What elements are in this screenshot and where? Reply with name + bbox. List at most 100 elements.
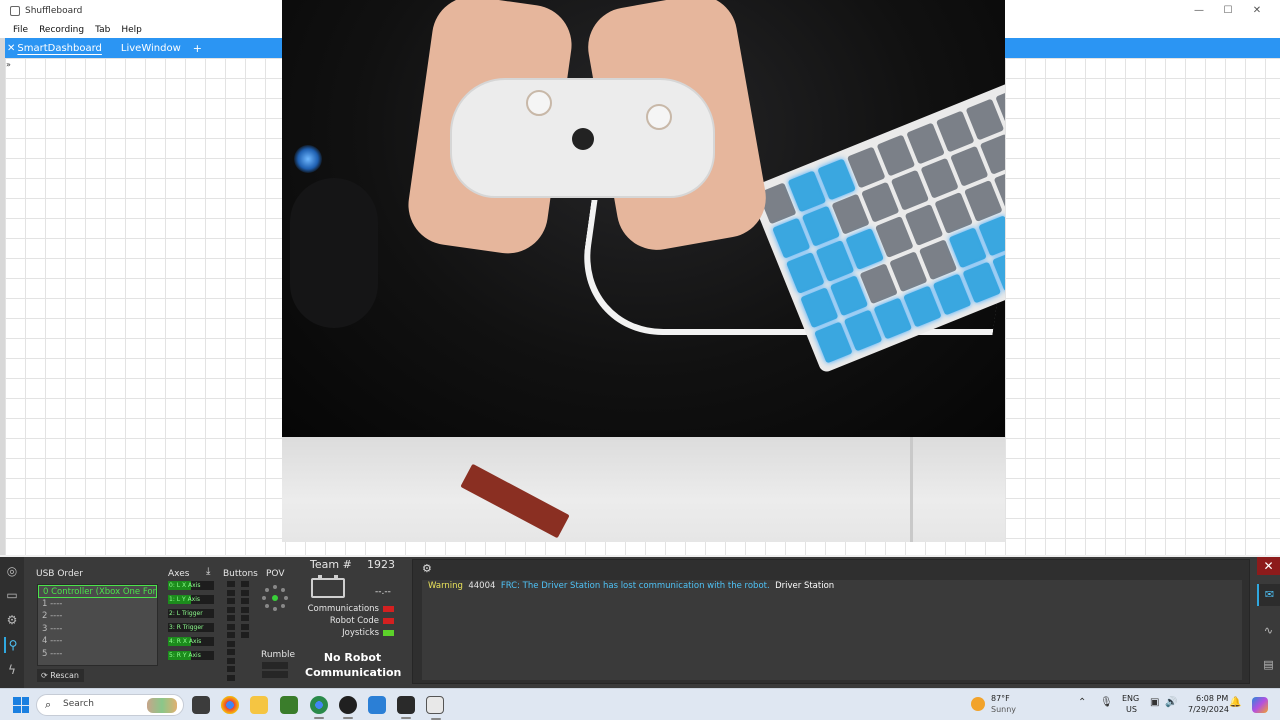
volume-icon[interactable]: 🔊 bbox=[1165, 697, 1177, 708]
message-text: FRC: The Driver Station has lost communi… bbox=[500, 581, 770, 591]
messages-view-icon[interactable]: ✉ bbox=[1257, 584, 1280, 606]
network-icon[interactable]: ▣ bbox=[1150, 697, 1159, 708]
battery-icon bbox=[311, 575, 345, 598]
download-icon[interactable]: ⤓ bbox=[206, 566, 210, 577]
minecraft-icon[interactable] bbox=[280, 696, 298, 714]
window-title: Shuffleboard bbox=[25, 5, 83, 16]
task-view-icon[interactable] bbox=[192, 696, 210, 714]
message-row: Warning 44004 FRC: The Driver Station ha… bbox=[428, 581, 834, 591]
setup-gear-icon[interactable]: ⚙ bbox=[4, 612, 20, 628]
button-indicator bbox=[241, 589, 249, 596]
usb-device-item[interactable]: 4 ---- bbox=[38, 635, 157, 648]
xbox-button bbox=[572, 128, 594, 150]
message-settings-gear-icon[interactable]: ⚙ bbox=[422, 562, 432, 575]
message-list[interactable]: Warning 44004 FRC: The Driver Station ha… bbox=[422, 580, 1242, 680]
weather-temp[interactable]: 87°F bbox=[991, 694, 1010, 703]
file-explorer-icon[interactable] bbox=[250, 696, 268, 714]
floor bbox=[282, 437, 1005, 542]
usb-device-list: 0 Controller (Xbox One For 1 ---- 2 ----… bbox=[37, 584, 158, 666]
usb-device-item[interactable]: 0 Controller (Xbox One For bbox=[38, 585, 157, 598]
clock-time[interactable]: 6:08 PM bbox=[1196, 694, 1228, 703]
obs-icon[interactable] bbox=[339, 696, 357, 719]
shuffleboard-app-icon bbox=[10, 5, 20, 16]
taskbar-search[interactable]: ⌕ Search bbox=[36, 694, 184, 716]
close-tab-icon[interactable]: ✕ bbox=[7, 43, 15, 54]
maximize-button[interactable]: ☐ bbox=[1214, 0, 1242, 21]
communications-indicator bbox=[383, 606, 394, 612]
button-indicator bbox=[241, 581, 249, 587]
button-indicator bbox=[241, 598, 249, 604]
both-view-icon[interactable]: ▤ bbox=[1257, 654, 1280, 676]
axis-bar: 1: L Y Axis bbox=[168, 595, 214, 604]
search-highlight-icon bbox=[147, 698, 177, 713]
rumble-right-bar[interactable] bbox=[262, 671, 288, 678]
power-tab-icon[interactable]: ϟ bbox=[4, 662, 20, 678]
button-indicator bbox=[227, 623, 235, 630]
search-placeholder: Search bbox=[63, 699, 94, 709]
message-code: 44004 bbox=[468, 581, 496, 591]
driver-station: ◎ ▭ ⚙ ⚲ ϟ USB Order 0 Controller (Xbox O… bbox=[0, 557, 1280, 688]
button-indicator bbox=[241, 606, 249, 613]
message-source: Driver Station bbox=[775, 581, 835, 591]
rescan-button[interactable]: ⟳ Rescan bbox=[37, 669, 84, 682]
weather-condition[interactable]: Sunny bbox=[991, 705, 1016, 714]
button-indicator bbox=[227, 581, 235, 587]
tab-livewindow[interactable]: LiveWindow bbox=[121, 43, 181, 54]
usb-device-item[interactable]: 3 ---- bbox=[38, 623, 157, 636]
mouse-glow bbox=[294, 145, 322, 173]
menu-file[interactable]: File bbox=[13, 25, 28, 35]
copilot-icon[interactable] bbox=[1252, 697, 1268, 713]
usb-device-item[interactable]: 2 ---- bbox=[38, 610, 157, 623]
joysticks-label: Joysticks bbox=[342, 628, 379, 638]
vscode-icon[interactable] bbox=[368, 696, 386, 714]
buttons-label: Buttons bbox=[223, 569, 258, 579]
language[interactable]: ENG bbox=[1122, 694, 1139, 703]
usb-devices-tab-icon[interactable]: ⚲ bbox=[4, 637, 20, 653]
robot-status-text: No Robot Communication bbox=[305, 651, 402, 679]
ds-close-button[interactable]: ✕ bbox=[1257, 557, 1280, 575]
microphone-icon[interactable]: 🎙 bbox=[1100, 697, 1113, 708]
weather-sun-icon[interactable] bbox=[971, 697, 985, 711]
charts-view-icon[interactable]: ∿ bbox=[1257, 620, 1280, 642]
usb-device-item[interactable]: 1 ---- bbox=[38, 598, 157, 611]
menu-tab[interactable]: Tab bbox=[95, 25, 110, 35]
rumble-left-bar[interactable] bbox=[262, 662, 288, 669]
clock-date[interactable]: 7/29/2024 bbox=[1188, 705, 1229, 714]
menu-help[interactable]: Help bbox=[121, 25, 142, 35]
expand-sidebar-icon[interactable]: » bbox=[6, 60, 11, 69]
close-window-button[interactable]: ✕ bbox=[1243, 0, 1271, 21]
minimize-button[interactable]: — bbox=[1185, 0, 1213, 21]
floor-seam bbox=[910, 437, 913, 542]
driver-station-icon[interactable] bbox=[397, 696, 415, 719]
pov-label: POV bbox=[266, 569, 285, 579]
joysticks-indicator bbox=[383, 630, 394, 636]
chrome-icon[interactable] bbox=[221, 696, 239, 714]
shuffleboard-icon[interactable] bbox=[426, 696, 444, 720]
robot-code-indicator bbox=[383, 618, 394, 624]
rescan-label: Rescan bbox=[50, 671, 79, 680]
camera-feed bbox=[282, 0, 1005, 542]
tray-overflow-icon[interactable]: ⌃ bbox=[1078, 697, 1086, 708]
tab-smartdashboard[interactable]: SmartDashboard bbox=[17, 43, 102, 54]
team-label: Team # bbox=[310, 558, 352, 571]
menu-recording[interactable]: Recording bbox=[39, 25, 84, 35]
team-number: 1923 bbox=[367, 558, 395, 571]
windows-start-icon[interactable] bbox=[13, 697, 29, 713]
axis-bar: 4: R X Axis bbox=[168, 637, 214, 646]
region[interactable]: US bbox=[1126, 705, 1137, 714]
button-indicator bbox=[227, 666, 235, 672]
message-level: Warning bbox=[428, 581, 463, 591]
add-tab-button[interactable]: + bbox=[193, 42, 202, 55]
diagnostics-tab-icon[interactable]: ▭ bbox=[4, 587, 20, 603]
operation-tab-icon[interactable]: ◎ bbox=[4, 563, 20, 579]
axis-bar: 2: L Trigger bbox=[168, 609, 214, 618]
chrome-profile-icon[interactable] bbox=[310, 696, 328, 719]
button-indicator bbox=[227, 632, 235, 638]
notification-bell-icon[interactable]: 🔔 bbox=[1229, 697, 1241, 708]
usb-order-label: USB Order bbox=[36, 569, 83, 579]
button-indicator bbox=[241, 615, 249, 621]
axis-bar: 3: R Trigger bbox=[168, 623, 214, 632]
search-icon: ⌕ bbox=[45, 698, 52, 711]
taskbar: ⌕ Search 87°F Sunny ⌃ 🎙 ENG US ▣ 🔊 6:08 … bbox=[0, 688, 1280, 720]
usb-device-item[interactable]: 5 ---- bbox=[38, 648, 157, 661]
